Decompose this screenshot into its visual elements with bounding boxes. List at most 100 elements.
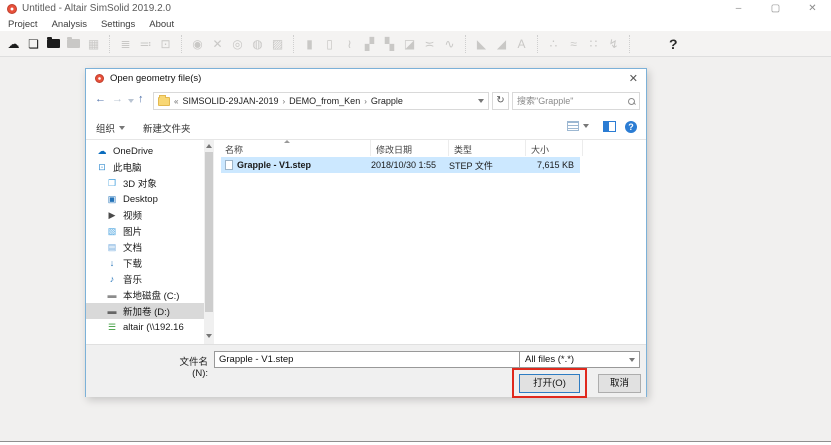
breadcrumb-segment-1[interactable]: SIMSOLID-29JAN-2019 <box>182 96 278 106</box>
breadcrumb-prefix: « <box>174 97 178 106</box>
datum-icon[interactable]: A <box>513 34 530 54</box>
breadcrumb-segment-2[interactable]: DEMO_from_Ken <box>289 96 360 106</box>
minimize-button[interactable]: – <box>720 0 757 18</box>
bolt-connection-icon[interactable]: ▮ <box>301 34 318 54</box>
sidebar-item-downloads[interactable]: ↓下载 <box>86 255 204 271</box>
scrollbar-thumb[interactable] <box>205 152 213 312</box>
sidebar-scrollbar[interactable] <box>204 140 214 344</box>
sidebar-item-pictures[interactable]: ▧图片 <box>86 223 204 239</box>
dialog-close-icon[interactable]: ✕ <box>629 72 638 85</box>
menu-about[interactable]: About <box>149 18 174 31</box>
menu-settings[interactable]: Settings <box>101 18 135 31</box>
dialog-help-button[interactable]: ? <box>625 121 637 133</box>
delete-connections-icon[interactable]: ✕ <box>209 34 226 54</box>
refresh-icon[interactable]: ↻ <box>492 92 509 110</box>
cloud-open-icon[interactable]: ☁ <box>5 34 22 54</box>
window-bottom-border <box>0 441 831 442</box>
folder-icon[interactable] <box>65 34 82 54</box>
view-mode-button[interactable] <box>567 121 589 131</box>
spring-connection-icon[interactable]: ≀ <box>341 34 358 54</box>
close-button[interactable]: ✕ <box>794 0 831 18</box>
preview-pane-icon <box>603 121 616 132</box>
sidebar-label: 下载 <box>123 256 142 270</box>
scroll-down-icon[interactable] <box>206 334 212 338</box>
address-breadcrumb[interactable]: « SIMSOLID-29JAN-2019 › DEMO_from_Ken › … <box>153 92 489 110</box>
history-caret-icon[interactable] <box>128 99 134 103</box>
cancel-button[interactable]: 取消 <box>598 374 641 393</box>
forward-icon[interactable]: → <box>112 93 123 105</box>
search-input[interactable] <box>517 96 628 106</box>
bushing-connection-icon[interactable]: ▯ <box>321 34 338 54</box>
organize-menu[interactable]: 组织 <box>96 121 125 135</box>
sidebar-label: altair (\\192.16 <box>123 322 184 333</box>
places-sidebar: ☁OneDrive ⊡此电脑 ❒3D 对象 ▣ Desktop ▶视频 ▧图片 ▤… <box>86 140 204 344</box>
help-icon[interactable]: ? <box>669 36 678 52</box>
menu-analysis[interactable]: Analysis <box>52 18 87 31</box>
find-connections-icon[interactable]: ◉ <box>189 34 206 54</box>
breadcrumb-segment-3[interactable]: Grapple <box>371 96 403 106</box>
back-icon[interactable]: ← <box>95 93 106 105</box>
dialog-command-bar: 组织 新建文件夹 ? <box>86 114 646 140</box>
sidebar-item-local-disk-c[interactable]: ▬本地磁盘 (C:) <box>86 287 204 303</box>
open-folder-icon[interactable] <box>45 34 62 54</box>
flexible-connection-icon[interactable]: ∿ <box>441 34 458 54</box>
sidebar-label: Desktop <box>123 194 158 205</box>
sidebar-label: 文档 <box>123 240 142 254</box>
address-dropdown-icon[interactable] <box>478 99 484 103</box>
column-header-type[interactable]: 类型 <box>449 140 526 156</box>
scroll-up-icon[interactable] <box>206 144 212 148</box>
sidebar-item-documents[interactable]: ▤文档 <box>86 239 204 255</box>
open-button[interactable]: 打开(O) <box>519 374 580 393</box>
column-header-modified[interactable]: 修改日期 <box>371 140 449 156</box>
package-icon[interactable]: ⊡ <box>157 34 174 54</box>
column-header-size[interactable]: 大小 <box>526 140 583 156</box>
sidebar-item-this-pc[interactable]: ⊡此电脑 <box>86 159 204 175</box>
auto-connections-icon[interactable]: ▨ <box>269 34 286 54</box>
spot-weld-icon[interactable]: ▞ <box>361 34 378 54</box>
create-connections-icon[interactable]: ◍ <box>249 34 266 54</box>
sidebar-item-music[interactable]: ♪音乐 <box>86 271 204 287</box>
new-folder-button[interactable]: 新建文件夹 <box>143 121 191 135</box>
sidebar-item-network-altair[interactable]: ☰altair (\\192.16 <box>86 319 204 335</box>
toolbar-group-results: ∴ ≈ ∷ ↯ <box>545 34 622 54</box>
sidebar-item-volume-d[interactable]: ▬新加卷 (D:) <box>86 303 204 319</box>
column-header-name[interactable]: 名称 <box>220 140 371 156</box>
curve-result-icon[interactable]: ≈ <box>565 34 582 54</box>
review-connections-icon[interactable]: ◎ <box>229 34 246 54</box>
sidebar-item-3d-objects[interactable]: ❒3D 对象 <box>86 175 204 191</box>
save-project-icon[interactable]: ▦ <box>85 34 102 54</box>
sidebar-label: OneDrive <box>113 146 153 157</box>
spot-result-icon[interactable]: ∴ <box>545 34 562 54</box>
app-window: Untitled - Altair SimSolid 2019.2.0 – ▢ … <box>0 0 831 445</box>
preview-pane-button[interactable] <box>603 121 616 132</box>
new-document-icon[interactable]: ❏ <box>25 34 42 54</box>
breadcrumb-separator-icon: › <box>364 97 367 106</box>
simsolid-logo-icon <box>7 4 17 14</box>
desktop-icon: ▣ <box>106 194 118 205</box>
maximize-button[interactable]: ▢ <box>757 0 794 18</box>
sidebar-item-videos[interactable]: ▶视频 <box>86 207 204 223</box>
laser-weld-icon[interactable]: ◪ <box>401 34 418 54</box>
menu-bar: Project Analysis Settings About <box>0 18 831 31</box>
new-folder-label: 新建文件夹 <box>143 121 191 135</box>
step-file-icon <box>225 160 233 170</box>
support-icon[interactable]: ◣ <box>473 34 490 54</box>
sidebar-label: 此电脑 <box>113 160 142 174</box>
project-tree-icon[interactable]: ≣ <box>117 34 134 54</box>
filetype-combobox[interactable]: All files (*.*) <box>519 351 640 368</box>
seam-weld-icon[interactable]: ▚ <box>381 34 398 54</box>
details-view-icon <box>567 121 579 131</box>
compare-icon[interactable]: ≕ <box>137 34 154 54</box>
filename-label: 文件名(N): <box>166 354 208 379</box>
sidebar-item-desktop[interactable]: ▣ Desktop <box>86 191 204 207</box>
thermal-result-icon[interactable]: ↯ <box>605 34 622 54</box>
adhesive-connection-icon[interactable]: ≍ <box>421 34 438 54</box>
up-icon[interactable]: ↑ <box>138 93 144 105</box>
file-row-selected[interactable]: Grapple - V1.step 2018/10/30 1:55 STEP 文… <box>221 157 580 173</box>
folder-icon <box>158 97 170 106</box>
sidebar-item-onedrive[interactable]: ☁OneDrive <box>86 143 204 159</box>
filetype-value: All files (*.*) <box>520 354 629 365</box>
menu-project[interactable]: Project <box>8 18 38 31</box>
points-result-icon[interactable]: ∷ <box>585 34 602 54</box>
load-icon[interactable]: ◢ <box>493 34 510 54</box>
